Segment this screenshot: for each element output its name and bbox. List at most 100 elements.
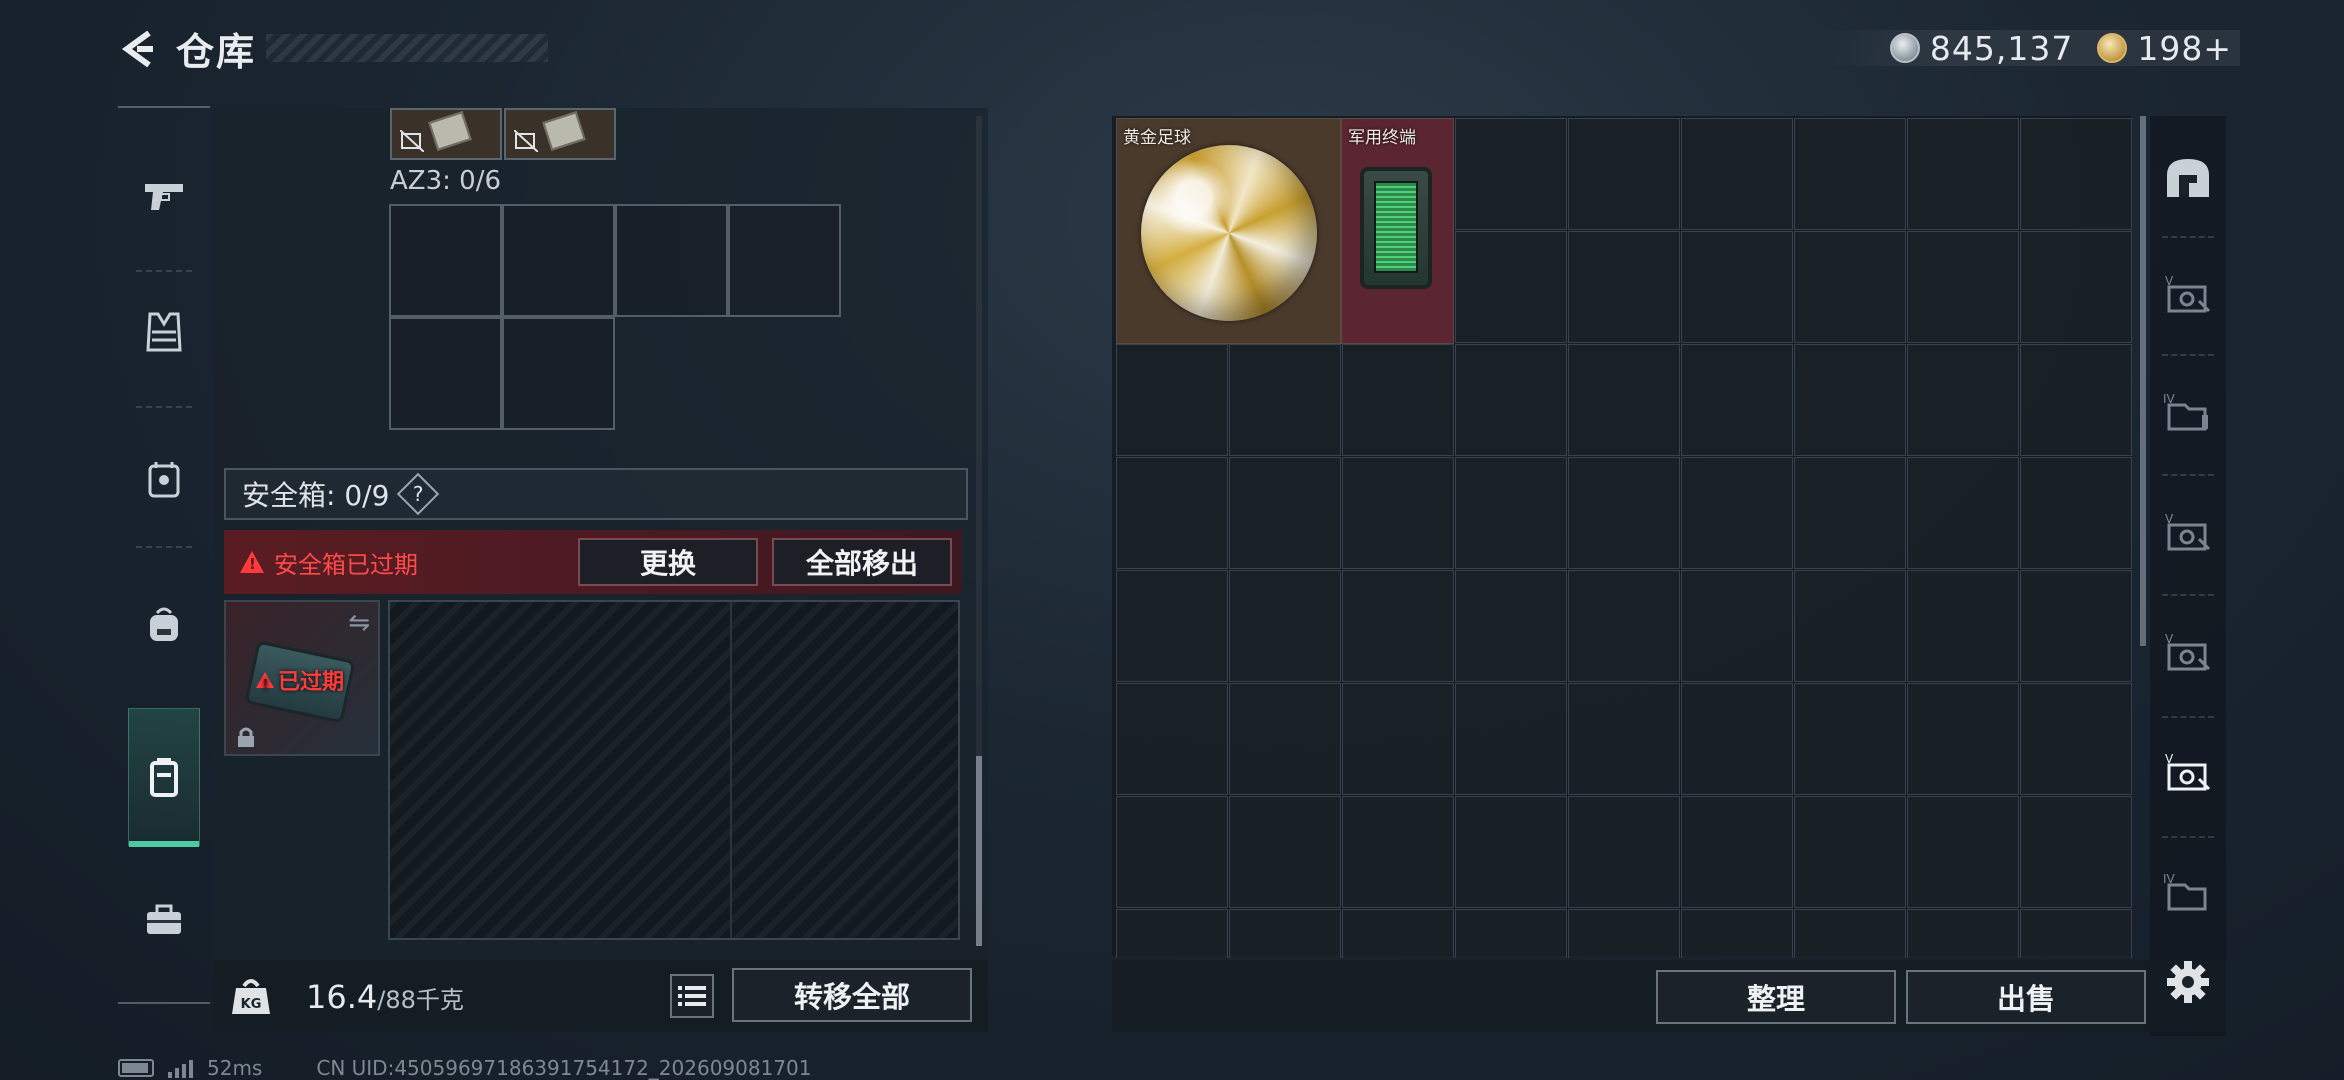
stash-grid-cell[interactable] — [2020, 683, 2132, 795]
stash-grid-cell[interactable] — [1681, 344, 1793, 456]
back-button[interactable] — [116, 26, 162, 72]
stash-grid-cell[interactable] — [1907, 683, 2019, 795]
safe-case-slot[interactable]: ⇋ 已过期 — [224, 600, 380, 756]
stash-tab-case-3[interactable]: V — [2160, 504, 2216, 560]
help-button[interactable]: ? — [397, 472, 440, 516]
stash-grid-cell[interactable] — [1455, 118, 1567, 230]
stash-grid-cell[interactable] — [1907, 231, 2019, 343]
nav-chest-rig[interactable] — [128, 444, 200, 516]
stash-grid-cell[interactable] — [1794, 683, 1906, 795]
stash-grid-cell[interactable] — [1794, 909, 1906, 958]
sell-button[interactable]: 出售 — [1906, 970, 2146, 1024]
stash-grid-cell[interactable] — [1568, 683, 1680, 795]
stash-grid-cell[interactable] — [1907, 118, 2019, 230]
stash-grid-cell[interactable] — [1455, 683, 1567, 795]
stash-grid-cell[interactable] — [1342, 909, 1454, 958]
stash-tab-case-6[interactable]: IV — [2160, 864, 2216, 920]
stash-grid-cell[interactable] — [1907, 909, 2019, 958]
stash-grid-cell[interactable] — [1794, 457, 1906, 569]
stash-tab-case-2[interactable]: IV — [2160, 384, 2216, 440]
stash-grid-cell[interactable] — [1568, 118, 1680, 230]
stash-grid-cell[interactable] — [2020, 231, 2132, 343]
stash-grid-cell[interactable] — [1794, 231, 1906, 343]
stash-item-golden-football[interactable]: 黄金足球 — [1116, 118, 1341, 344]
loadout-scrollbar-thumb[interactable] — [976, 756, 982, 946]
stash-grid-cell[interactable] — [1907, 796, 2019, 908]
stash-grid-cell[interactable] — [2020, 344, 2132, 456]
stash-grid-cell[interactable] — [1342, 683, 1454, 795]
stash-tab-case-1[interactable]: V — [2160, 266, 2216, 322]
az3-grid-cell[interactable] — [728, 204, 841, 317]
list-view-button[interactable] — [670, 974, 714, 1018]
stash-grid-cell[interactable] — [1568, 796, 1680, 908]
az3-grid-cell[interactable] — [502, 317, 615, 430]
stash-grid-cell[interactable] — [1455, 457, 1567, 569]
stash-grid-cell[interactable] — [2020, 570, 2132, 682]
organize-button[interactable]: 整理 — [1656, 970, 1896, 1024]
stash-grid-cell[interactable] — [1681, 118, 1793, 230]
stash-grid-cell[interactable] — [1568, 344, 1680, 456]
stash-grid-cell[interactable] — [1342, 344, 1454, 456]
nav-safe-box[interactable] — [128, 708, 200, 847]
nav-armor[interactable] — [128, 296, 200, 368]
stash-grid-cell[interactable] — [1794, 796, 1906, 908]
stash-grid-cell[interactable] — [2020, 796, 2132, 908]
stash-grid-cell[interactable] — [1681, 231, 1793, 343]
stash-grid-cell[interactable] — [1794, 570, 1906, 682]
stash-grid-cell[interactable] — [1455, 570, 1567, 682]
stash-grid-cell[interactable] — [1681, 796, 1793, 908]
stash-grid-cell[interactable] — [1681, 457, 1793, 569]
stash-grid-cell[interactable] — [1342, 457, 1454, 569]
stash-grid-cell[interactable] — [1116, 344, 1228, 456]
stash-grid-cell[interactable] — [2020, 457, 2132, 569]
stash-grid-cell[interactable] — [2020, 909, 2132, 958]
nav-backpack[interactable] — [128, 588, 200, 660]
stash-grid-cell[interactable] — [1455, 909, 1567, 958]
stash-grid-cell[interactable] — [1681, 909, 1793, 958]
stash-grid-cell[interactable] — [1455, 231, 1567, 343]
stash-grid-cell[interactable] — [1116, 796, 1228, 908]
az3-grid-cell[interactable] — [389, 204, 502, 317]
stash-grid-cell[interactable] — [1568, 457, 1680, 569]
remove-all-button[interactable]: 全部移出 — [772, 538, 952, 586]
stash-grid-cell[interactable] — [1116, 683, 1228, 795]
stash-grid-cell[interactable] — [1229, 344, 1341, 456]
stash-grid-cell[interactable] — [1907, 457, 2019, 569]
attachment-slot[interactable] — [504, 108, 616, 160]
stash-grid-cell[interactable] — [1568, 231, 1680, 343]
gold-currency-value[interactable]: 198+ — [2137, 29, 2232, 68]
stash-item-military-terminal[interactable]: 军用终端 — [1341, 118, 1454, 344]
replace-button[interactable]: 更换 — [578, 538, 758, 586]
stash-grid-cell[interactable] — [1229, 570, 1341, 682]
stash-grid-cell[interactable] — [1794, 344, 1906, 456]
stash-tab-case-5-active[interactable]: V — [2160, 744, 2216, 800]
stash-grid-cell[interactable] — [1907, 344, 2019, 456]
attachment-slot[interactable] — [390, 108, 502, 160]
stash-grid-cell[interactable] — [1229, 796, 1341, 908]
stash-grid-cell[interactable] — [1342, 796, 1454, 908]
stash-grid-cell[interactable] — [1116, 457, 1228, 569]
stash-grid-cell[interactable] — [1116, 909, 1228, 958]
stash-scrollbar-thumb[interactable] — [2140, 116, 2146, 646]
stash-grid-cell[interactable] — [1229, 683, 1341, 795]
stash-grid-cell[interactable] — [1568, 909, 1680, 958]
stash-grid-cell[interactable] — [1794, 118, 1906, 230]
stash-grid-cell[interactable] — [1116, 570, 1228, 682]
stash-grid-cell[interactable] — [1455, 796, 1567, 908]
stash-grid-cell[interactable] — [1229, 457, 1341, 569]
stash-grid-cell[interactable] — [1568, 570, 1680, 682]
settings-button[interactable] — [2158, 952, 2218, 1012]
stash-grid-cell[interactable] — [1681, 683, 1793, 795]
az3-grid-cell[interactable] — [502, 204, 615, 317]
stash-grid-cell[interactable] — [1907, 570, 2019, 682]
nav-briefcase[interactable] — [128, 884, 200, 956]
stash-grid-cell[interactable] — [1455, 344, 1567, 456]
stash-grid-cell[interactable] — [2020, 118, 2132, 230]
az3-grid-cell[interactable] — [389, 317, 502, 430]
stash-grid-cell[interactable] — [1342, 570, 1454, 682]
az3-grid-cell[interactable] — [615, 204, 728, 317]
stash-grid-cell[interactable] — [1681, 570, 1793, 682]
nav-weapon[interactable] — [128, 160, 200, 232]
stash-tab-case-4[interactable]: V — [2160, 624, 2216, 680]
transfer-all-button[interactable]: 转移全部 — [732, 968, 972, 1022]
